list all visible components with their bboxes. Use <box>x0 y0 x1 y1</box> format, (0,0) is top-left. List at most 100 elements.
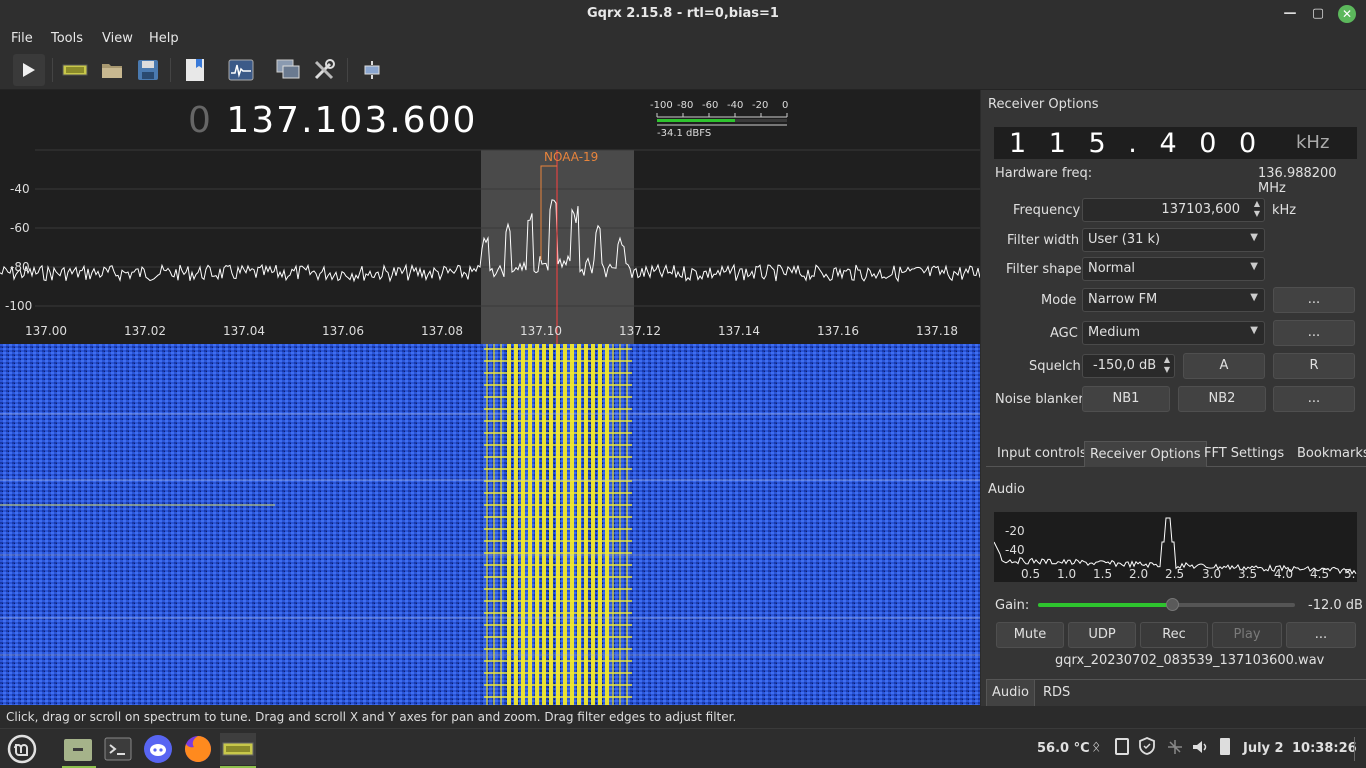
squelch-spinbox[interactable]: -150,0 dB ▲ ▼ <box>1082 354 1175 378</box>
network-remote-icon[interactable] <box>272 54 304 86</box>
tab-fft-settings[interactable]: FFT Settings <box>1199 441 1289 467</box>
squelch-auto-button[interactable]: A <box>1183 353 1265 379</box>
waterfall[interactable] <box>0 344 980 705</box>
close-icon[interactable]: ✕ <box>1338 5 1356 23</box>
nb2-button[interactable]: NB2 <box>1178 386 1266 412</box>
offset-digits: 1 1 5 . 4 0 0 <box>1009 128 1261 159</box>
y-tick: -60 <box>10 221 30 235</box>
shield-icon[interactable] <box>1139 737 1155 759</box>
bookmarks-icon[interactable] <box>179 54 211 86</box>
settings-tools-icon[interactable] <box>308 54 340 86</box>
clipboard-icon[interactable] <box>1115 738 1129 755</box>
x-axis[interactable]: 137.00 137.02 137.04 137.06 137.08 137.1… <box>0 324 980 342</box>
mute-button[interactable]: Mute <box>996 622 1064 648</box>
open-folder-icon[interactable] <box>96 54 128 86</box>
audio-fft-plot[interactable]: -20 -40 0.5 1.0 1.5 2.0 2.5 3.0 3.5 4.0 … <box>994 512 1357 582</box>
udp-button[interactable]: UDP <box>1068 622 1136 648</box>
signal-column <box>563 344 567 705</box>
discord-icon[interactable] <box>142 733 174 765</box>
signal-row <box>484 408 632 410</box>
signal-meter-ticks <box>656 113 788 117</box>
cpu-temperature[interactable]: 56.0 °C <box>1037 741 1090 756</box>
signal-column <box>556 344 560 705</box>
filter-width-select[interactable]: User (31 k) ▼ <box>1082 228 1265 252</box>
signal-column <box>521 344 525 705</box>
agc-options-button[interactable]: ... <box>1273 320 1355 346</box>
x-tick: 137.02 <box>124 324 166 338</box>
squelch-reset-button[interactable]: R <box>1273 353 1355 379</box>
nb1-button[interactable]: NB1 <box>1082 386 1170 412</box>
taskbar-time[interactable]: 10:38:26 <box>1292 741 1357 756</box>
audio-x-tick: 4.5 <box>1310 567 1330 581</box>
minimize-icon[interactable]: — <box>1281 5 1299 23</box>
audio-x-tick: 2.5 <box>1165 567 1185 581</box>
taskbar: 56.0 °C ᛟ July 2 10:38:26 <box>0 728 1366 768</box>
signal-row <box>484 420 632 422</box>
maximize-icon[interactable]: ▢ <box>1309 5 1327 23</box>
play-icon[interactable] <box>13 54 45 86</box>
x-tick: 137.06 <box>322 324 364 338</box>
toolbar <box>0 50 1366 90</box>
firefox-icon[interactable] <box>182 733 214 765</box>
signal-row <box>484 612 632 614</box>
menu-tools[interactable]: Tools <box>51 31 83 46</box>
volume-icon[interactable] <box>1191 738 1209 760</box>
spectrum-waterfall-area[interactable]: 0 137.103.600 -100 -80 -60 -40 -20 0 -34… <box>0 90 980 705</box>
signal-column <box>528 344 532 705</box>
spin-arrows-icon[interactable]: ▲ ▼ <box>1254 199 1260 219</box>
x-tick: 137.16 <box>817 324 859 338</box>
show-desktop-button[interactable] <box>1354 737 1360 761</box>
frequency-spinbox[interactable]: 137103,600 ▲ ▼ <box>1082 198 1265 222</box>
filter-shape-select[interactable]: Normal ▼ <box>1082 257 1265 281</box>
signal-row <box>484 516 632 518</box>
audio-options-button[interactable]: ... <box>1286 622 1356 648</box>
files-icon[interactable] <box>62 733 94 765</box>
audio-fft-trace <box>994 517 1357 575</box>
signal-column <box>542 344 546 705</box>
agc-select[interactable]: Medium ▼ <box>1082 321 1265 345</box>
signal-row <box>484 636 632 638</box>
battery-icon[interactable] <box>1220 738 1230 755</box>
menu-help[interactable]: Help <box>149 31 179 46</box>
save-icon[interactable] <box>132 54 164 86</box>
tab-rds[interactable]: RDS <box>1038 680 1075 706</box>
gain-label: Gain: <box>995 598 1030 613</box>
signal-row <box>484 360 632 362</box>
spectrum-plot[interactable] <box>0 90 980 705</box>
taskbar-date[interactable]: July 2 <box>1243 741 1284 756</box>
squelch-label: Squelch <box>1029 359 1081 374</box>
rtl-device-icon[interactable] <box>59 54 91 86</box>
tab-receiver-options[interactable]: Receiver Options <box>1084 441 1207 467</box>
signal-column <box>549 344 553 705</box>
mode-select[interactable]: Narrow FM ▼ <box>1082 288 1265 312</box>
tab-audio[interactable]: Audio <box>986 680 1035 706</box>
gqrx-app-icon[interactable] <box>220 733 256 765</box>
rec-button[interactable]: Rec <box>1140 622 1208 648</box>
dock-icon[interactable] <box>356 54 388 86</box>
mode-label: Mode <box>1041 293 1077 308</box>
signal-row <box>484 684 632 686</box>
network-icon[interactable] <box>1166 738 1184 760</box>
offset-display[interactable]: 1 1 5 . 4 0 0 kHz <box>994 127 1357 159</box>
spectrum-icon[interactable] <box>225 54 257 86</box>
gain-slider-handle[interactable] <box>1165 598 1179 611</box>
hardware-freq-value: 136.988200 MHz <box>1258 166 1337 196</box>
menu-file[interactable]: File <box>11 31 33 46</box>
terminal-icon[interactable] <box>102 733 134 765</box>
gain-slider-fill <box>1038 603 1172 607</box>
receiver-options-header: Receiver Options <box>988 97 1099 112</box>
noise-blanker-options-button[interactable]: ... <box>1273 386 1355 412</box>
frequency-display[interactable]: 0 137.103.600 <box>188 100 477 141</box>
tab-bookmarks[interactable]: Bookmarks <box>1292 441 1366 467</box>
tab-input-controls[interactable]: Input controls <box>992 441 1092 467</box>
mint-menu-icon[interactable] <box>6 733 38 765</box>
squelch-value: -150,0 dB <box>1093 358 1157 373</box>
gain-slider[interactable] <box>1038 598 1295 611</box>
mode-options-button[interactable]: ... <box>1273 287 1355 313</box>
bluetooth-icon[interactable]: ᛟ <box>1092 739 1100 755</box>
bookmark-label[interactable]: NOAA-19 <box>544 150 598 164</box>
menu-view[interactable]: View <box>102 31 133 46</box>
frequency-prefix: 0 <box>188 100 213 141</box>
play-button[interactable]: Play <box>1212 622 1282 648</box>
spin-arrows-icon[interactable]: ▲ ▼ <box>1164 355 1170 375</box>
